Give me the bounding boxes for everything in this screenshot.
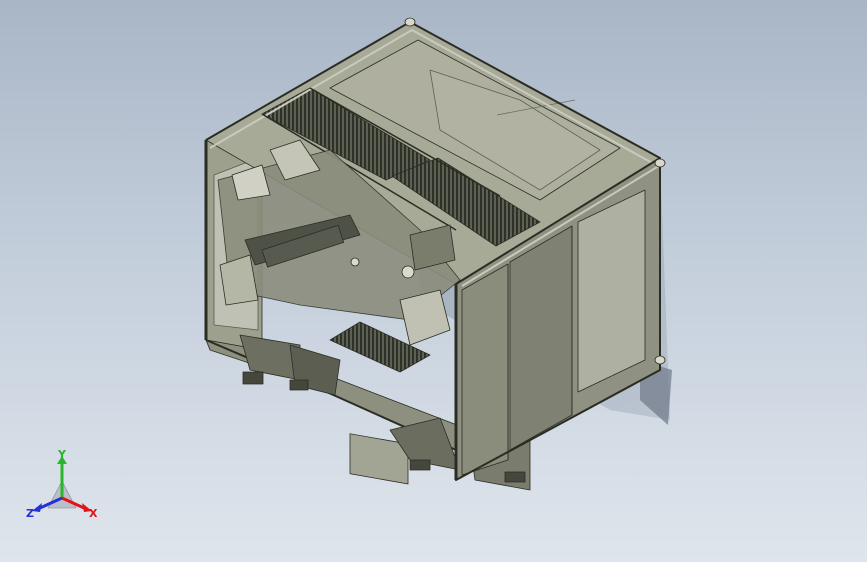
model-viewport[interactable] — [0, 0, 867, 562]
y-axis-label: Y — [57, 448, 67, 461]
x-axis-label: X — [89, 507, 98, 520]
electrical-cabinet[interactable] — [577, 189, 646, 393]
axis-triad: Y X Z — [26, 448, 98, 520]
z-axis-label: Z — [26, 507, 34, 520]
machine-assembly[interactable] — [204, 17, 666, 491]
